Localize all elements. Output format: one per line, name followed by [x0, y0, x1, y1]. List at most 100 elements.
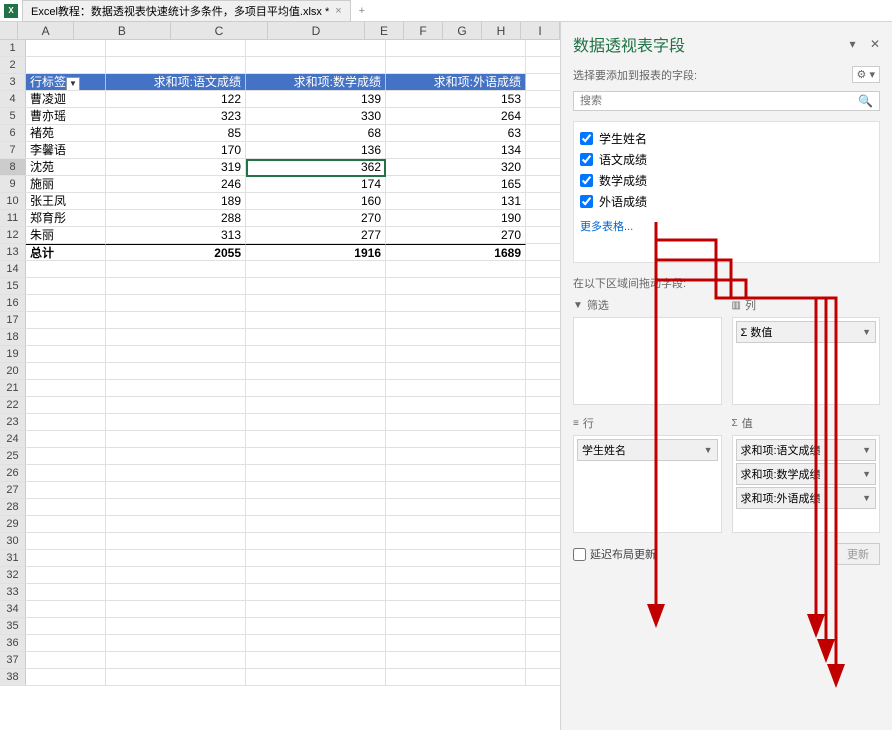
pivot-value[interactable]: 330: [246, 108, 386, 124]
cell[interactable]: [386, 414, 526, 430]
row-header[interactable]: 1: [0, 40, 26, 56]
pivot-value[interactable]: 134: [386, 142, 526, 158]
filter-area[interactable]: [573, 317, 722, 405]
col-header-A[interactable]: A: [18, 22, 74, 39]
pivot-value[interactable]: 323: [106, 108, 246, 124]
pivot-value[interactable]: 122: [106, 91, 246, 107]
cell[interactable]: [246, 584, 386, 600]
col-header-C[interactable]: C: [171, 22, 268, 39]
pivot-row-label[interactable]: 褚苑: [26, 125, 106, 141]
cell[interactable]: [246, 567, 386, 583]
cell[interactable]: [106, 618, 246, 634]
cell[interactable]: [106, 295, 246, 311]
cell[interactable]: [106, 533, 246, 549]
pivot-total[interactable]: 1916: [246, 244, 386, 260]
cell[interactable]: [246, 669, 386, 685]
cell[interactable]: [26, 567, 106, 583]
pivot-value[interactable]: 288: [106, 210, 246, 226]
cell[interactable]: [386, 567, 526, 583]
pivot-total[interactable]: 2055: [106, 244, 246, 260]
row-header[interactable]: 3: [0, 74, 26, 90]
pivot-value[interactable]: 319: [106, 159, 246, 175]
file-tab[interactable]: Excel教程：数据透视表快速统计多条件，多项目平均值.xlsx * ×: [22, 0, 351, 22]
cell[interactable]: [26, 397, 106, 413]
chevron-down-icon[interactable]: ▼: [862, 469, 871, 479]
cell[interactable]: [386, 516, 526, 532]
pivot-value[interactable]: 85: [106, 125, 246, 141]
cell[interactable]: [246, 482, 386, 498]
cell[interactable]: [386, 465, 526, 481]
pivot-value[interactable]: 136: [246, 142, 386, 158]
row-header[interactable]: 30: [0, 533, 26, 549]
cell[interactable]: [386, 584, 526, 600]
cell[interactable]: [106, 550, 246, 566]
cell[interactable]: [26, 499, 106, 515]
cell[interactable]: [246, 363, 386, 379]
cell[interactable]: [26, 584, 106, 600]
columns-area[interactable]: Σ 数值▼: [732, 317, 881, 405]
field-search[interactable]: 🔍: [573, 91, 880, 111]
chevron-down-icon[interactable]: ▼: [862, 493, 871, 503]
cell[interactable]: [26, 618, 106, 634]
cell[interactable]: [26, 414, 106, 430]
row-header[interactable]: 24: [0, 431, 26, 447]
col-header-H[interactable]: H: [482, 22, 521, 39]
row-header[interactable]: 25: [0, 448, 26, 464]
pivot-value[interactable]: 170: [106, 142, 246, 158]
cell[interactable]: [26, 278, 106, 294]
row-header[interactable]: 5: [0, 108, 26, 124]
pane-close-icon[interactable]: ✕: [870, 37, 880, 51]
row-header[interactable]: 32: [0, 567, 26, 583]
cell[interactable]: [26, 261, 106, 277]
cell[interactable]: [386, 482, 526, 498]
pivot-row-label[interactable]: 郑育彤: [26, 210, 106, 226]
area-item[interactable]: 求和项:数学成绩▼: [736, 463, 877, 485]
col-header-F[interactable]: F: [404, 22, 443, 39]
field-checkbox[interactable]: [580, 174, 593, 187]
pivot-value[interactable]: 139: [246, 91, 386, 107]
pivot-value[interactable]: 264: [386, 108, 526, 124]
row-header[interactable]: 6: [0, 125, 26, 141]
cell[interactable]: [386, 312, 526, 328]
pivot-value[interactable]: 270: [246, 210, 386, 226]
pivot-total-label[interactable]: 总计: [26, 244, 106, 260]
pivot-value[interactable]: 320: [386, 159, 526, 175]
pivot-value[interactable]: 270: [386, 227, 526, 243]
row-header[interactable]: 29: [0, 516, 26, 532]
select-all-corner[interactable]: [0, 22, 18, 39]
row-header[interactable]: 7: [0, 142, 26, 158]
pivot-value[interactable]: 190: [386, 210, 526, 226]
cell[interactable]: [106, 669, 246, 685]
cell[interactable]: [106, 346, 246, 362]
pivot-row-label[interactable]: 施丽: [26, 176, 106, 192]
chevron-down-icon[interactable]: ▼: [862, 327, 871, 337]
cell[interactable]: [26, 363, 106, 379]
filter-dropdown-icon[interactable]: ▼: [66, 77, 80, 91]
cell[interactable]: [386, 431, 526, 447]
row-header[interactable]: 11: [0, 210, 26, 226]
cell[interactable]: [386, 278, 526, 294]
cell[interactable]: [246, 601, 386, 617]
rows-area[interactable]: 学生姓名▼: [573, 435, 722, 533]
pivot-value[interactable]: 160: [246, 193, 386, 209]
row-header[interactable]: 17: [0, 312, 26, 328]
pivot-value[interactable]: 131: [386, 193, 526, 209]
cell[interactable]: [386, 499, 526, 515]
spreadsheet[interactable]: A B C D E F G H I 123行标签▼求和项:语文成绩求和项:数学成…: [0, 22, 560, 730]
row-header[interactable]: 21: [0, 380, 26, 396]
pivot-value[interactable]: 189: [106, 193, 246, 209]
cell[interactable]: [106, 516, 246, 532]
cell[interactable]: [246, 312, 386, 328]
col-header-E[interactable]: E: [365, 22, 404, 39]
cell[interactable]: [26, 431, 106, 447]
cell[interactable]: [246, 278, 386, 294]
cell[interactable]: [106, 380, 246, 396]
cell[interactable]: [106, 601, 246, 617]
cell[interactable]: [386, 635, 526, 651]
defer-layout-checkbox[interactable]: 延迟布局更新: [573, 546, 656, 562]
pivot-value[interactable]: 63: [386, 125, 526, 141]
cell[interactable]: [246, 550, 386, 566]
cell[interactable]: [246, 261, 386, 277]
row-header[interactable]: 15: [0, 278, 26, 294]
pivot-row-label[interactable]: 朱丽: [26, 227, 106, 243]
